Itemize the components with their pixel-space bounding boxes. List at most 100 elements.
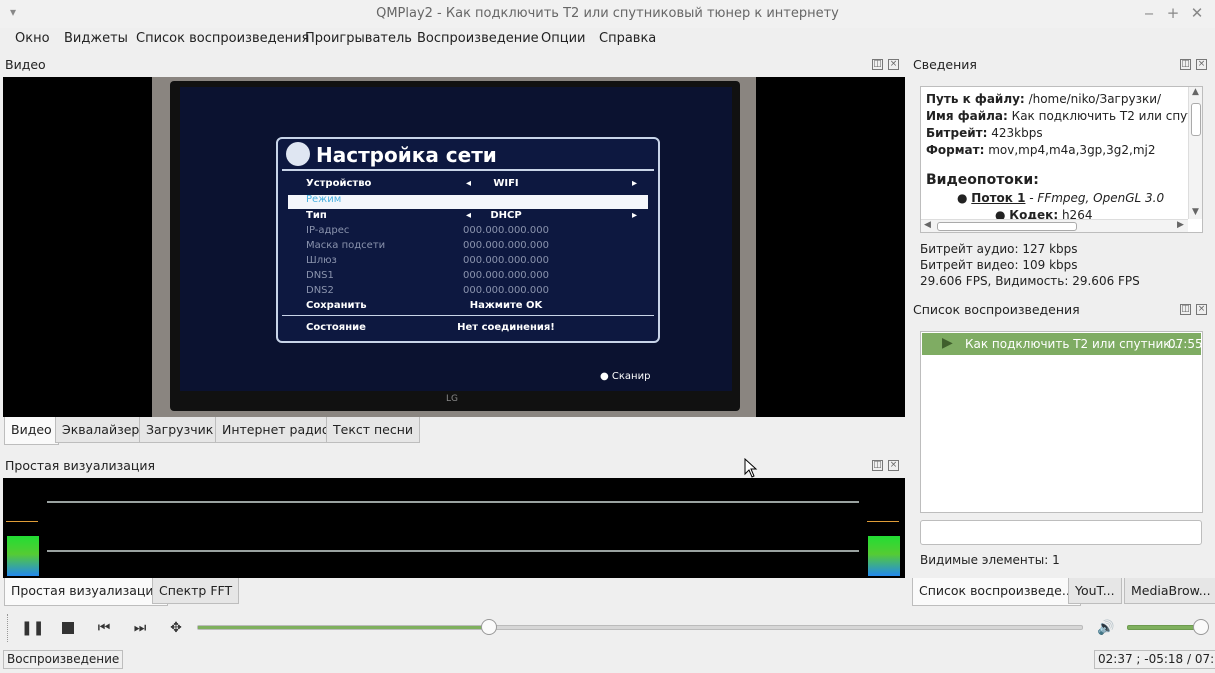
close-icon[interactable]: × <box>888 59 899 70</box>
fullscreen-icon: ✥ <box>170 620 182 636</box>
audio-bitrate: Битрейт аудио: 127 kbps <box>920 242 1078 256</box>
osd-row: DNS1 000.000.000.000 <box>306 270 549 281</box>
tab-fft-spectrum[interactable]: Спектр FFT <box>152 578 240 604</box>
play-indicator-icon: ▶ <box>942 335 953 351</box>
osd-row: Шлюз 000.000.000.000 <box>306 255 549 266</box>
video-dock-buttons: ◫ × <box>867 58 899 70</box>
menu-window[interactable]: Окно <box>15 31 50 46</box>
previous-button[interactable]: ⏮ <box>93 617 115 639</box>
playlist-search-input[interactable] <box>920 520 1202 545</box>
info-stream-1: ● Поток 1 - FFmpeg, OpenGL 3.0 <box>957 191 1165 205</box>
close-icon[interactable]: × <box>1196 59 1207 70</box>
fullscreen-button[interactable]: ✥ <box>165 617 187 639</box>
viz-dock-buttons: ◫ × <box>867 459 899 471</box>
float-icon[interactable]: ◫ <box>872 59 883 70</box>
tab-playlist[interactable]: Список воспроизведе... <box>912 578 1081 606</box>
maximize-icon[interactable]: + <box>1164 4 1182 22</box>
seek-handle[interactable] <box>481 619 497 635</box>
status-time: 02:37 ; -05:18 / 07:56 <box>1094 650 1215 669</box>
playlist-item-title: Как подключить Т2 или спутник... <box>965 337 1182 351</box>
tab-video[interactable]: Видео <box>4 417 59 445</box>
vu-peak-right <box>867 521 899 522</box>
float-icon[interactable]: ◫ <box>1180 304 1191 315</box>
scroll-thumb[interactable] <box>937 222 1077 231</box>
fps-info: 29.606 FPS, Видимость: 29.606 FPS <box>920 274 1140 288</box>
close-icon[interactable]: × <box>1196 304 1207 315</box>
menu-playlist[interactable]: Список воспроизведения <box>136 31 309 46</box>
info-format: Формат: mov,mp4,m4a,3gp,3g2,mj2 <box>926 143 1156 157</box>
tab-lyrics[interactable]: Текст песни <box>326 417 421 443</box>
info-dock-title: Сведения <box>913 57 977 72</box>
viz-dock-title: Простая визуализация <box>5 458 156 473</box>
osd-row: Маска подсети 000.000.000.000 <box>306 240 549 251</box>
pause-button[interactable]: ❚❚ <box>21 617 45 639</box>
mouse-cursor-icon <box>744 458 758 478</box>
previous-icon: ⏮ <box>97 620 111 636</box>
video-dock-title: Видео <box>5 57 46 72</box>
tab-media-browser[interactable]: MediaBrow... <box>1124 578 1215 604</box>
tab-internet-radio[interactable]: Интернет радио <box>215 417 337 443</box>
visualization-display <box>3 478 905 578</box>
status-playback: Воспроизведение <box>3 650 124 669</box>
menu-playback[interactable]: Воспроизведение <box>417 31 539 46</box>
osd-scan-hint: ● Сканир <box>600 371 651 382</box>
scroll-down-icon[interactable]: ▼ <box>1192 207 1199 217</box>
title-bar: ▾ QMPlay2 - Как подключить Т2 или спутни… <box>0 0 1215 28</box>
info-dock-buttons: ◫ × <box>1175 58 1207 70</box>
minimize-icon[interactable]: ‒ <box>1140 4 1158 22</box>
seek-progress <box>198 626 490 629</box>
tab-youtube[interactable]: YouT... <box>1068 578 1122 604</box>
scroll-right-icon[interactable]: ▶ <box>1177 220 1184 230</box>
mute-button[interactable]: 🔊 <box>1095 617 1117 639</box>
volume-handle[interactable] <box>1193 619 1209 635</box>
tv-body: Настройка сети Устройство ◂ WIFI ▸ Режим <box>170 81 740 411</box>
close-icon[interactable]: ✕ <box>1188 4 1206 22</box>
float-icon[interactable]: ◫ <box>1180 59 1191 70</box>
playlist-dock-title: Список воспроизведения <box>913 302 1080 317</box>
osd-row: Режим <box>306 194 342 205</box>
osd-status-row: Состояние Нет соединения! <box>306 322 555 333</box>
vu-meter-left <box>7 536 39 576</box>
menu-options[interactable]: Опции <box>541 31 585 46</box>
vu-peak-left <box>6 521 38 522</box>
tab-simple-visualization[interactable]: Простая визуализация <box>4 578 169 606</box>
pause-icon: ❚❚ <box>21 620 45 636</box>
osd-row: DNS2 000.000.000.000 <box>306 285 549 296</box>
menu-bar: Окно Виджеты Список воспроизведения Прои… <box>0 28 1215 52</box>
video-display[interactable]: Настройка сети Устройство ◂ WIFI ▸ Режим <box>3 77 905 417</box>
osd-divider <box>282 315 654 316</box>
volume-slider[interactable] <box>1127 625 1203 630</box>
close-icon[interactable]: × <box>888 460 899 471</box>
video-bitrate: Битрейт видео: 109 kbps <box>920 258 1078 272</box>
tv-brand-logo: LG <box>446 394 458 404</box>
info-panel[interactable]: Путь к файлу: /home/niko/Загрузки/ Имя ф… <box>920 86 1203 233</box>
info-horizontal-scrollbar[interactable]: ◀ ▶ <box>921 219 1188 232</box>
info-vertical-scrollbar[interactable]: ▲ ▼ <box>1188 87 1202 219</box>
stop-button[interactable] <box>57 617 79 639</box>
scroll-up-icon[interactable]: ▲ <box>1192 87 1199 97</box>
vu-meter-right <box>868 536 900 576</box>
seek-slider[interactable] <box>197 625 1083 630</box>
waveform-right <box>47 550 859 552</box>
info-path: Путь к файлу: /home/niko/Загрузки/ <box>926 92 1162 106</box>
menu-help[interactable]: Справка <box>599 31 656 46</box>
tab-downloader[interactable]: Загрузчик <box>139 417 221 443</box>
window-title: QMPlay2 - Как подключить Т2 или спутнико… <box>376 6 839 21</box>
osd-title: Настройка сети <box>316 143 497 167</box>
scroll-left-icon[interactable]: ◀ <box>924 220 931 230</box>
float-icon[interactable]: ◫ <box>872 460 883 471</box>
playlist-item[interactable]: ▶ Как подключить Т2 или спутник... 07:55 <box>922 333 1203 355</box>
osd-row: Сохранить Нажмите OK <box>306 300 543 311</box>
tab-equalizer[interactable]: Эквалайзер <box>55 417 147 443</box>
menu-player[interactable]: Проигрыватель <box>305 31 412 46</box>
menu-widgets[interactable]: Виджеты <box>64 31 128 46</box>
playlist-dock-buttons: ◫ × <box>1175 303 1207 315</box>
info-video-streams-heading: Видеопотоки: <box>926 172 1039 188</box>
scroll-thumb[interactable] <box>1191 103 1201 136</box>
visible-items-count: Видимые элементы: 1 <box>920 553 1060 567</box>
playlist[interactable]: ▶ Как подключить Т2 или спутник... 07:55 <box>920 331 1203 513</box>
next-button[interactable]: ⏭ <box>129 617 151 639</box>
toolbar-grip <box>7 614 9 642</box>
osd-divider <box>282 169 654 171</box>
osd-row: Тип ◂ DHCP ▸ <box>306 210 638 221</box>
